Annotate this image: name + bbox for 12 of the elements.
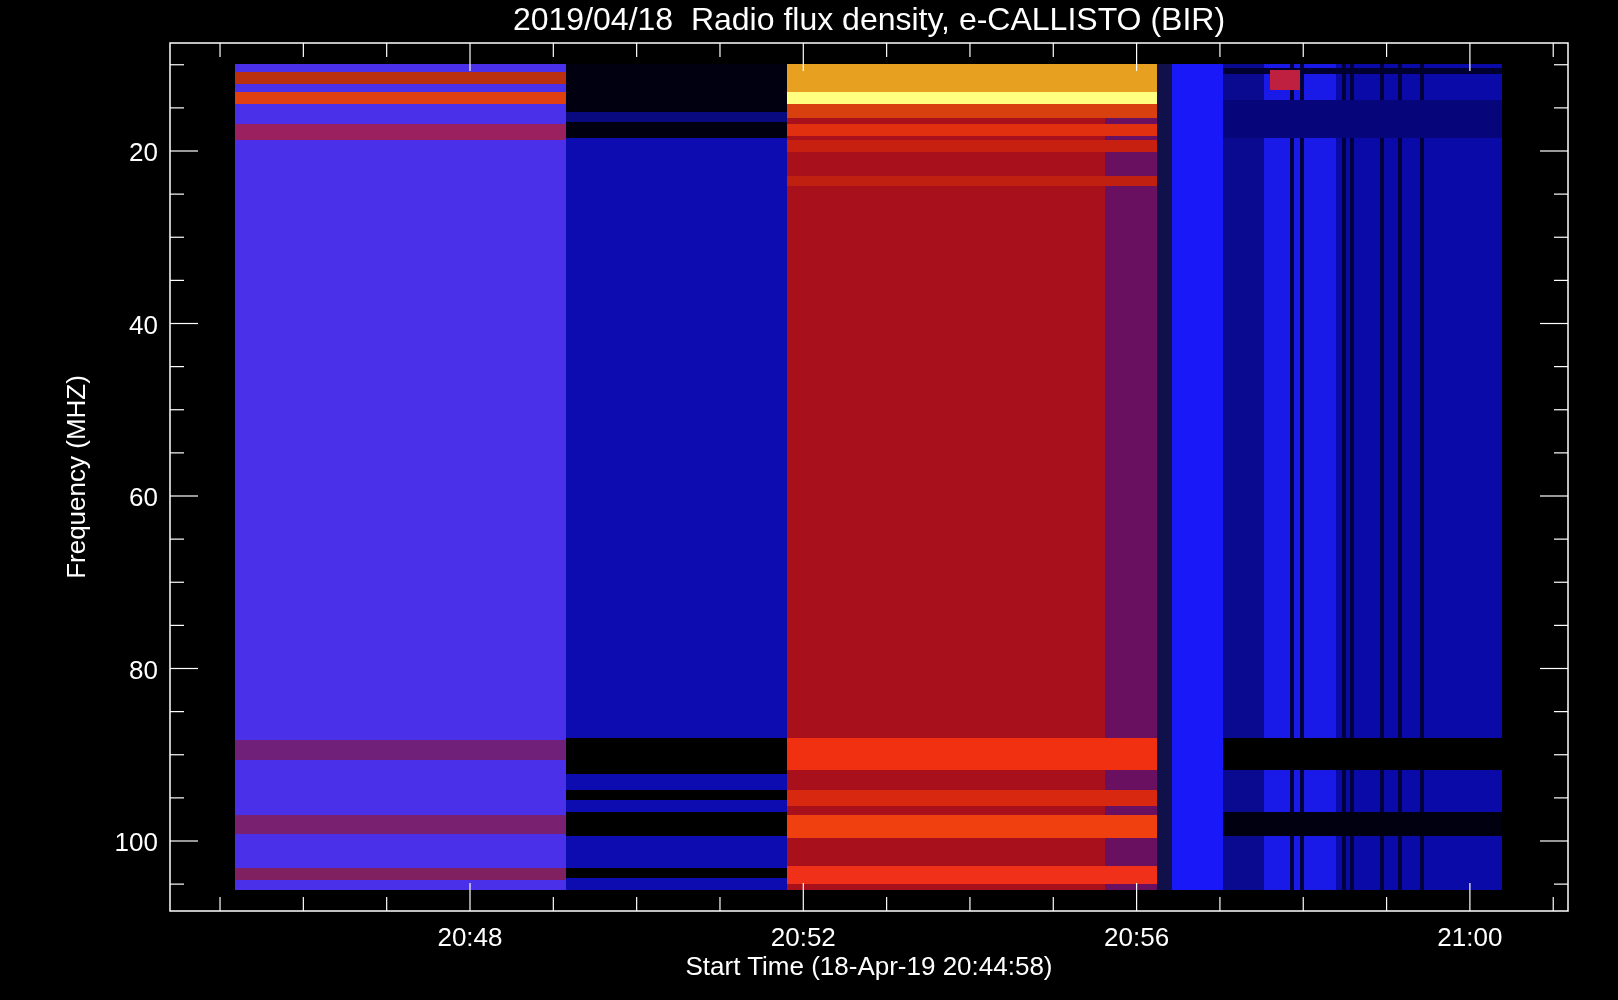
tick-label: 100 (114, 827, 158, 857)
tick-label: 21:00 (1437, 922, 1503, 952)
axis-label: Start Time (18-Apr-19 20:44:58) (685, 951, 1053, 981)
tick-label: 40 (129, 309, 158, 340)
tick-label: 20:56 (1104, 922, 1170, 952)
tick-label: 20:52 (770, 922, 836, 952)
tick-label: 20 (129, 137, 158, 167)
axis-label: Frequency (MHZ) (61, 375, 91, 579)
tick-label: 80 (129, 654, 158, 685)
tick-label: 20:48 (437, 922, 503, 952)
tick-label: 60 (129, 482, 158, 512)
chart-title: 2019/04/18 Radio flux density, e-CALLISTO (BIR) (512, 1, 1226, 37)
